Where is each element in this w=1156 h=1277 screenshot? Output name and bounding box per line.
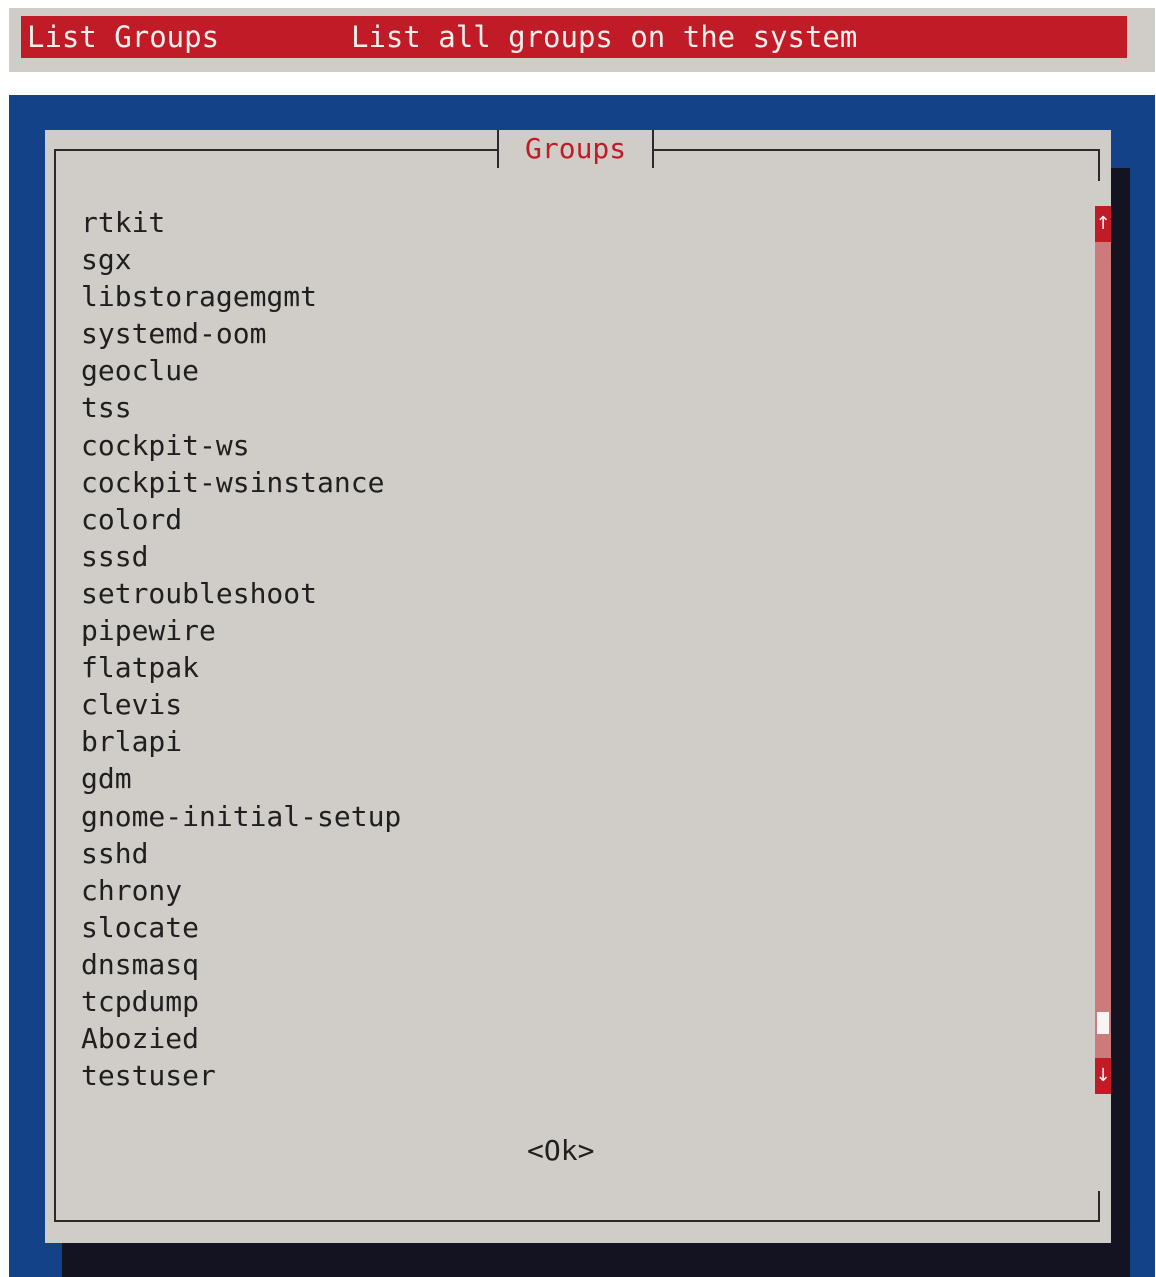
list-item[interactable]: libstoragemgmt [81, 278, 401, 315]
menu-strip: List Groups List all groups on the syste… [9, 8, 1155, 72]
list-item[interactable]: testuser [81, 1057, 401, 1094]
list-item[interactable]: rtkit [81, 204, 401, 241]
group-list[interactable]: rtkit sgx libstoragemgmt systemd-oom geoclue… [81, 204, 401, 1094]
list-item[interactable]: slocate [81, 909, 401, 946]
list-item[interactable]: clevis [81, 686, 401, 723]
list-item[interactable]: cockpit-ws [81, 427, 401, 464]
list-item[interactable]: chrony [81, 872, 401, 909]
list-item[interactable]: gdm [81, 760, 401, 797]
scrollbar[interactable]: ↑ ↓ [1095, 206, 1111, 1094]
menu-item-name: List Groups [27, 20, 220, 54]
scroll-thumb[interactable] [1097, 1012, 1109, 1034]
list-item[interactable]: sgx [81, 241, 401, 278]
ok-button[interactable]: <Ok> [527, 1132, 594, 1170]
menu-item-list-groups[interactable]: List Groups List all groups on the syste… [21, 16, 1127, 58]
list-item[interactable]: sshd [81, 835, 401, 872]
list-item[interactable]: tcpdump [81, 983, 401, 1020]
list-item[interactable]: setroubleshoot [81, 575, 401, 612]
list-item[interactable]: dnsmasq [81, 946, 401, 983]
list-item[interactable]: brlapi [81, 723, 401, 760]
list-item[interactable]: systemd-oom [81, 315, 401, 352]
list-item[interactable]: flatpak [81, 649, 401, 686]
list-item[interactable]: geoclue [81, 352, 401, 389]
arrow-up-icon[interactable]: ↑ [1095, 206, 1111, 242]
menu-item-description: List all groups on the system [351, 20, 858, 54]
list-item[interactable]: gnome-initial-setup [81, 798, 401, 835]
list-item[interactable]: Abozied [81, 1020, 401, 1057]
groups-dialog: Groups rtkit sgx libstoragemgmt systemd-oom… [45, 130, 1111, 1243]
list-item[interactable]: colord [81, 501, 401, 538]
list-item[interactable]: sssd [81, 538, 401, 575]
list-item[interactable]: tss [81, 389, 401, 426]
list-item[interactable]: pipewire [81, 612, 401, 649]
arrow-down-icon[interactable]: ↓ [1095, 1058, 1111, 1094]
dialog-title: Groups [497, 130, 655, 168]
list-item[interactable]: cockpit-wsinstance [81, 464, 401, 501]
